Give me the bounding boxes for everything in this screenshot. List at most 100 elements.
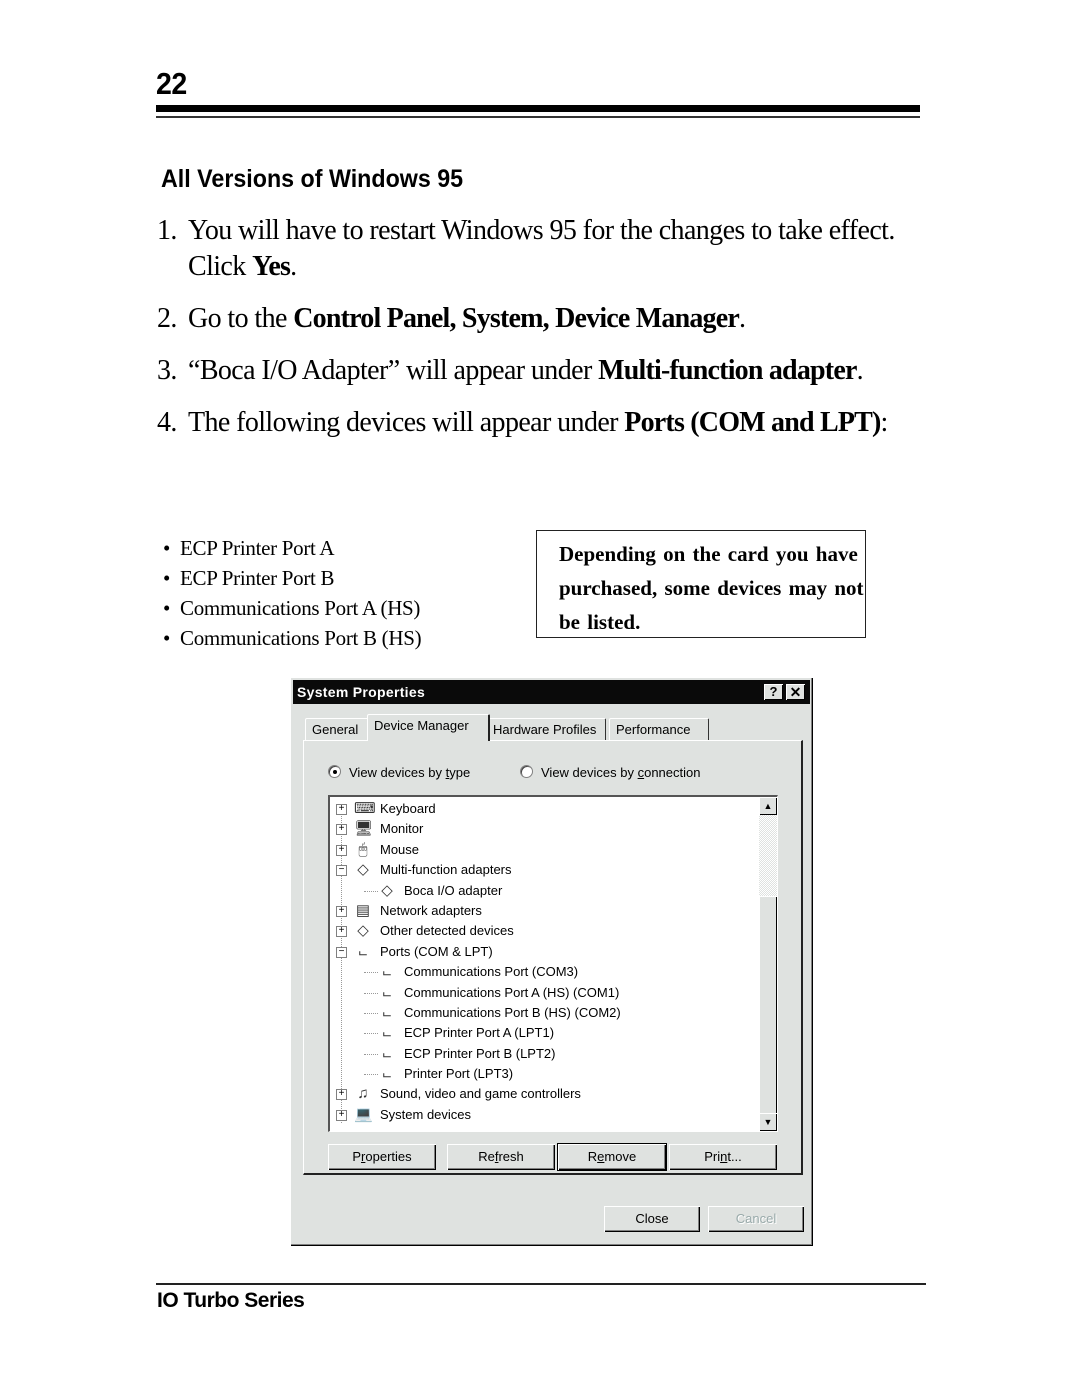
radio-unchecked-icon[interactable]: [520, 765, 533, 778]
dialog-title: System Properties: [297, 684, 426, 700]
network-adapter-icon: ▤: [355, 901, 371, 919]
port-icon: ⨽: [358, 942, 368, 960]
step-bold: Control Panel, System, Device Manager: [293, 303, 740, 334]
step-number: 3.: [157, 355, 177, 386]
tree-connector-line: [364, 972, 378, 974]
device-tree-label: Communications Port (COM3): [404, 964, 579, 980]
page-number: 22: [156, 66, 187, 101]
tab-general[interactable]: General: [305, 718, 369, 741]
expand-icon[interactable]: +: [336, 824, 347, 836]
dialog-titlebar[interactable]: System Properties ? ✕: [293, 680, 810, 704]
radio-checked-icon[interactable]: [328, 765, 341, 778]
cancel-button[interactable]: Cancel: [708, 1206, 804, 1232]
device-manager-panel: View devices by type View devices by con…: [303, 740, 803, 1175]
expand-icon[interactable]: +: [336, 1109, 347, 1121]
device-tree-label: Multi-function adapters: [380, 862, 512, 878]
step-text: Go to the: [188, 303, 294, 334]
device-tree-label: Keyboard: [380, 801, 436, 816]
close-window-button[interactable]: ✕: [786, 684, 805, 700]
computer-icon: 💻: [354, 1105, 373, 1123]
port-icon: ⨽: [382, 963, 392, 981]
print-button[interactable]: Print...: [669, 1144, 777, 1170]
expand-icon[interactable]: +: [336, 804, 347, 815]
step-punct: :: [880, 407, 889, 438]
properties-button[interactable]: Properties: [328, 1144, 436, 1170]
device-bullet-list: • ECP Printer Port A • ECP Printer Port B …: [163, 533, 422, 653]
button-label-rest: move: [604, 1149, 637, 1164]
sound-controller-icon: ♫: [357, 1085, 369, 1103]
device-tree-label: Network adapters: [380, 902, 482, 918]
device-tree-label: Sound, video and game controllers: [380, 1086, 581, 1102]
button-label: R: [587, 1149, 598, 1164]
vertical-scrollbar[interactable]: ▲ ▼: [759, 797, 777, 1131]
header-rule-thin: [156, 116, 920, 118]
device-tree-label: System devices: [380, 1106, 472, 1122]
step-text: “Boca I/O Adapter” will appear under: [188, 355, 599, 386]
expand-icon[interactable]: +: [336, 1089, 347, 1101]
scroll-up-button[interactable]: ▲: [759, 797, 777, 815]
step-number: 2.: [157, 303, 177, 334]
device-tree-label: Communications Port A (HS) (COM1): [404, 984, 620, 1000]
expand-icon[interactable]: +: [336, 905, 347, 917]
step-bold: Ports (COM and LPT): [624, 407, 881, 438]
device-tree-label: Monitor: [380, 821, 424, 837]
tree-connector-line: [364, 1033, 378, 1035]
collapse-icon[interactable]: −: [336, 865, 347, 877]
monitor-icon: 🖥: [354, 820, 374, 838]
device-tree-label: Printer Port (LPT3): [404, 1066, 514, 1082]
tree-connector-line: [364, 1053, 378, 1055]
button-label-rest: operties: [365, 1149, 412, 1164]
tab-device-manager[interactable]: Device Manager: [367, 714, 490, 741]
bullet-item: • ECP Printer Port B: [163, 563, 421, 593]
tree-connector-line: [364, 992, 378, 994]
step-3: 3. “Boca I/O Adapter” will appear under M…: [157, 353, 937, 389]
device-tree-label: ECP Printer Port A (LPT1): [404, 1025, 555, 1041]
device-tree[interactable]: + ⌨ Keyboard + 🖥 Monitor + 🖱 Mouse − ◇ Multi-functi…: [328, 795, 778, 1132]
system-properties-dialog: System Properties ? ✕ General Device Man…: [290, 677, 814, 1247]
tab-hardware-profiles[interactable]: Hardware Profiles: [486, 718, 606, 741]
device-tree-label: Communications Port B (HS) (COM2): [404, 1004, 621, 1020]
button-label-rest: resh: [498, 1149, 524, 1164]
device-tree-label: ECP Printer Port B (LPT2): [404, 1045, 556, 1061]
device-tree-label: Mouse: [380, 841, 420, 857]
view-by-type-radio[interactable]: View devices by type: [328, 765, 470, 780]
step-punct: .: [739, 303, 746, 334]
keyboard-icon: ⌨: [354, 800, 376, 817]
refresh-button[interactable]: Refresh: [447, 1144, 555, 1170]
bullet-item: • ECP Printer Port A: [163, 533, 421, 563]
device-tree-label: Boca I/O adapter: [404, 882, 503, 898]
scroll-thumb[interactable]: [759, 896, 777, 1114]
adapter-diamond-icon: ◇: [381, 881, 393, 899]
bullet-dot: •: [163, 596, 171, 620]
note-box: Depending on the card you have purchased…: [536, 530, 866, 638]
step-number: 4.: [157, 407, 177, 438]
radio-label: View devices by: [541, 765, 638, 780]
port-icon: ⨽: [382, 1024, 392, 1042]
bullet-text: ECP Printer Port A: [180, 536, 335, 560]
device-tree-label: Other detected devices: [380, 923, 514, 939]
footer-rule: [156, 1283, 926, 1285]
section-heading: All Versions of Windows 95: [161, 165, 464, 193]
radio-label-rest: onnection: [644, 765, 701, 780]
port-icon: ⨽: [382, 1003, 392, 1021]
expand-icon[interactable]: +: [336, 926, 347, 938]
port-icon: ⨽: [382, 1044, 392, 1062]
close-button[interactable]: Close: [604, 1206, 700, 1232]
bullet-item: • Communications Port A (HS): [163, 593, 421, 623]
view-by-connection-radio[interactable]: View devices by connection: [520, 765, 700, 780]
bullet-dot: •: [163, 626, 171, 650]
remove-button[interactable]: Remove: [558, 1144, 666, 1170]
steps-list: 1. You will have to restart Windows 95 fo…: [157, 213, 937, 457]
button-label: P: [352, 1149, 362, 1164]
expand-icon[interactable]: +: [336, 844, 347, 856]
step-2: 2. Go to the Control Panel, System, Devic…: [157, 301, 937, 337]
port-icon: ⨽: [382, 1065, 392, 1083]
bullet-item: • Communications Port B (HS): [163, 623, 422, 653]
step-text: The following devices will appear under: [188, 407, 625, 438]
tab-performance[interactable]: Performance: [609, 718, 709, 741]
scroll-down-button[interactable]: ▼: [759, 1113, 777, 1131]
header-rule-thick: [156, 105, 920, 112]
collapse-icon[interactable]: −: [336, 946, 347, 958]
help-button[interactable]: ?: [764, 684, 783, 700]
button-label: Pri: [704, 1149, 721, 1164]
